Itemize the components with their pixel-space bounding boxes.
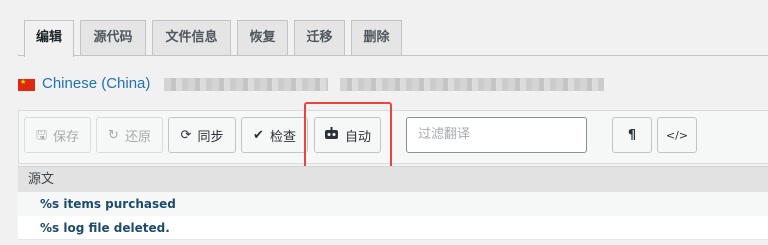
tab-source-code[interactable]: 源代码 xyxy=(80,20,146,56)
floppy-disk-icon: 🖫 xyxy=(35,127,48,143)
tab-delete[interactable]: 删除 xyxy=(351,20,402,56)
tab-edit[interactable]: 编辑 xyxy=(24,20,74,57)
invisibles-toggle-button[interactable]: ¶ xyxy=(612,117,652,153)
code-icon: </> xyxy=(665,128,689,142)
robot-icon xyxy=(324,127,339,143)
revert-button[interactable]: ↻ 还原 xyxy=(96,117,163,153)
check-button[interactable]: ✔ 检查 xyxy=(241,117,308,153)
revert-label: 还原 xyxy=(124,129,151,145)
check-label: 检查 xyxy=(269,129,296,145)
table-row[interactable]: %s log file deleted. xyxy=(18,216,768,240)
tab-migrate[interactable]: 迁移 xyxy=(294,20,345,56)
filter-input[interactable]: 过滤翻译 xyxy=(406,117,587,153)
redacted-text xyxy=(340,78,604,91)
source-column-header: 源文 xyxy=(18,166,768,192)
auto-translate-button[interactable]: 自动 xyxy=(314,117,381,153)
save-button[interactable]: 🖫 保存 xyxy=(24,117,91,153)
tab-file-info[interactable]: 文件信息 xyxy=(152,20,231,56)
redacted-text xyxy=(164,78,328,91)
sync-button[interactable]: ⟳ 同步 xyxy=(168,117,236,153)
sync-label: 同步 xyxy=(197,129,224,145)
china-flag-icon: ★ xyxy=(18,79,35,91)
checkmark-icon: ✔ xyxy=(253,127,264,143)
pilcrow-icon: ¶ xyxy=(627,127,637,143)
table-row[interactable]: %s items purchased xyxy=(18,192,768,216)
language-name[interactable]: Chinese (China) xyxy=(42,75,150,92)
tab-restore[interactable]: 恢复 xyxy=(237,20,288,56)
language-row: ★ Chinese (China) xyxy=(18,74,768,96)
code-view-toggle-button[interactable]: </> xyxy=(657,117,697,153)
undo-icon: ↻ xyxy=(108,127,119,143)
auto-label: 自动 xyxy=(344,129,371,145)
tab-bar: 编辑 源代码 文件信息 恢复 迁移 删除 xyxy=(0,0,768,57)
refresh-icon: ⟳ xyxy=(180,127,192,143)
save-label: 保存 xyxy=(53,129,80,145)
tab-divider xyxy=(18,55,768,56)
